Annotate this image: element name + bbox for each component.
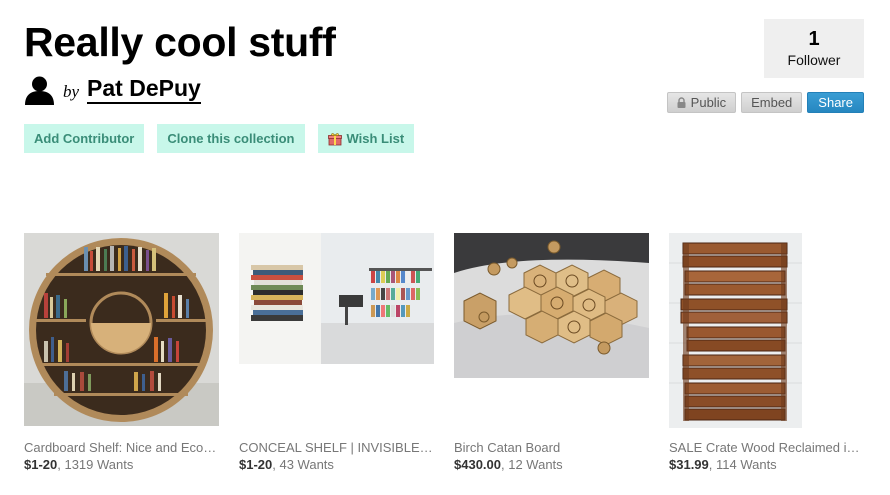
- public-button[interactable]: Public: [666, 92, 737, 113]
- collection-actions: Add Contributor Clone this collection Wi…: [24, 124, 415, 153]
- avatar[interactable]: [24, 73, 55, 105]
- item-price: $1-20: [239, 457, 273, 472]
- item-image[interactable]: [669, 233, 802, 428]
- public-label: Public: [690, 95, 727, 110]
- add-contributor-button[interactable]: Add Contributor: [24, 124, 145, 153]
- item-wants: , 1319 Wants: [57, 457, 134, 472]
- item-wants: , 114 Wants: [708, 457, 777, 472]
- item-meta: $1-20, 1319 Wants: [24, 457, 219, 472]
- follower-count: 1: [808, 28, 820, 50]
- item-price: $31.99: [669, 457, 709, 472]
- share-label: Share: [818, 95, 853, 110]
- share-toolbar: Public Embed Share: [666, 92, 864, 113]
- user-silhouette-icon: [25, 76, 54, 105]
- item-price: $1-20: [24, 457, 58, 472]
- item-image[interactable]: [454, 233, 649, 378]
- item-meta: $1-20, 43 Wants: [239, 457, 434, 472]
- owner-line: by Pat DePuy: [24, 73, 201, 105]
- follower-label: Follower: [787, 52, 841, 68]
- item-image[interactable]: [24, 233, 219, 426]
- follower-counter[interactable]: 1 Follower: [764, 19, 864, 78]
- collection-title: Really cool stuff: [24, 19, 336, 65]
- gift-icon: [327, 132, 342, 146]
- wish-list-label: Wish List: [346, 131, 405, 146]
- item-title[interactable]: SALE Crate Wood Reclaimed industrial cra…: [669, 440, 864, 455]
- embed-button[interactable]: Embed: [741, 92, 803, 113]
- item-wants: , 43 Wants: [272, 457, 334, 472]
- clone-collection-button[interactable]: Clone this collection: [157, 124, 305, 153]
- share-button[interactable]: Share: [807, 92, 864, 113]
- item-title[interactable]: Birch Catan Board: [454, 440, 649, 455]
- item-meta: $430.00, 12 Wants: [454, 457, 649, 472]
- wish-list-button[interactable]: Wish List: [317, 124, 415, 153]
- item-meta: $31.99, 114 Wants: [669, 457, 864, 472]
- embed-label: Embed: [751, 95, 793, 110]
- item-price: $430.00: [454, 457, 501, 472]
- clone-collection-label: Clone this collection: [167, 131, 295, 146]
- lock-icon: [677, 97, 686, 108]
- by-label: by: [63, 82, 80, 101]
- item-title[interactable]: CONCEAL SHELF | INVISIBLE BOOKSHELF: [239, 440, 434, 455]
- owner-name-link[interactable]: Pat DePuy: [87, 75, 201, 104]
- item-title[interactable]: Cardboard Shelf: Nice and Eco-Friendly: [24, 440, 219, 455]
- add-contributor-label: Add Contributor: [34, 131, 135, 146]
- item-image[interactable]: [239, 233, 434, 364]
- item-wants: , 12 Wants: [501, 457, 563, 472]
